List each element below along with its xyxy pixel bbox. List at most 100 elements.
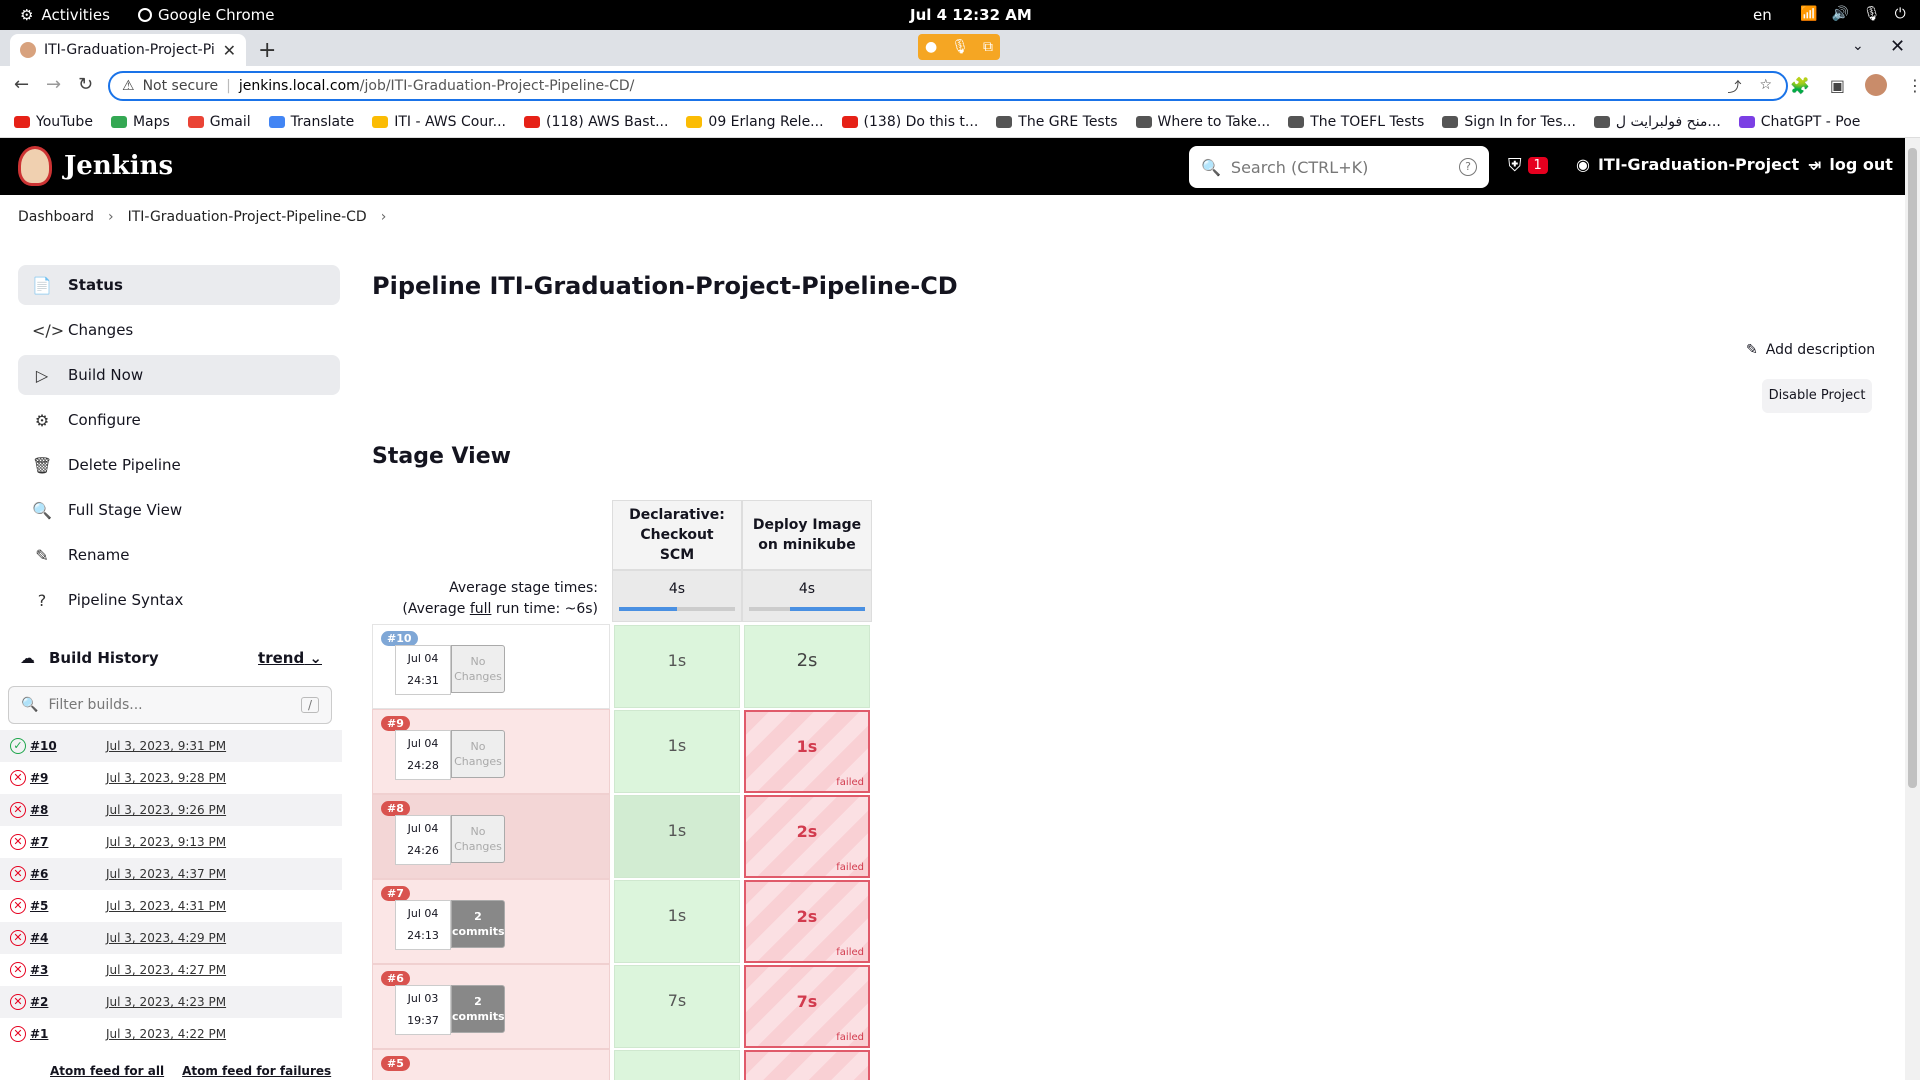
side-panel-icon[interactable]: ▣ bbox=[1830, 76, 1845, 95]
atom-feed-all-link[interactable]: Atom feed for all bbox=[50, 1064, 164, 1078]
stage-cell[interactable]: 1s bbox=[614, 795, 740, 878]
atom-feed-failures-link[interactable]: Atom feed for failures bbox=[182, 1064, 331, 1078]
build-date-link[interactable]: Jul 3, 2023, 9:26 PM bbox=[106, 803, 226, 817]
build-date-link[interactable]: Jul 3, 2023, 4:31 PM bbox=[106, 899, 226, 913]
run-number-badge[interactable]: #8 bbox=[381, 801, 410, 816]
run-number-badge[interactable]: #9 bbox=[381, 716, 410, 731]
run-changes-box[interactable]: 2 commits bbox=[451, 900, 505, 948]
browser-tab[interactable]: ITI-Graduation-Project-Pi ✕ bbox=[10, 34, 246, 66]
bookmark-item[interactable]: Maps bbox=[110, 114, 170, 130]
bookmark-item[interactable]: Translate bbox=[268, 114, 354, 130]
sidebar-item-configure[interactable]: ⚙ Configure bbox=[18, 400, 340, 440]
run-number-badge[interactable]: #6 bbox=[381, 971, 410, 986]
page-scrollbar[interactable] bbox=[1905, 138, 1920, 1080]
bookmark-item[interactable]: 09 Erlang Rele... bbox=[686, 114, 824, 130]
add-description-button[interactable]: ✎ Add description bbox=[1746, 342, 1875, 358]
build-date-link[interactable]: Jul 3, 2023, 9:28 PM bbox=[106, 771, 226, 785]
run-number-badge[interactable]: #10 bbox=[381, 631, 418, 646]
run-changes-box[interactable]: 2 commits bbox=[451, 985, 505, 1033]
bookmark-item[interactable]: Where to Take... bbox=[1135, 114, 1270, 130]
sidebar-item-status[interactable]: 📄 Status bbox=[18, 265, 340, 305]
scrollbar-thumb[interactable] bbox=[1908, 148, 1917, 788]
clock[interactable]: Jul 4 12:32 AM bbox=[910, 6, 1032, 24]
window-close-icon[interactable]: ✕ bbox=[1890, 36, 1905, 57]
close-tab-icon[interactable]: ✕ bbox=[223, 41, 236, 60]
build-number-link[interactable]: #8 bbox=[30, 803, 106, 817]
extensions-icon[interactable]: 🧩 bbox=[1790, 76, 1810, 95]
tab-search-chevron-icon[interactable]: ⌄ bbox=[1852, 38, 1864, 54]
stage-cell[interactable] bbox=[614, 1050, 740, 1080]
stage-cell[interactable]: 7s bbox=[614, 965, 740, 1048]
build-date-link[interactable]: Jul 3, 2023, 9:13 PM bbox=[106, 835, 226, 849]
bookmark-item[interactable]: ITI - AWS Cour... bbox=[372, 114, 506, 130]
language-indicator[interactable]: en bbox=[1753, 6, 1772, 24]
bookmark-item[interactable]: (138) Do this t... bbox=[841, 114, 978, 130]
share-icon[interactable]: ⤴ bbox=[1727, 77, 1741, 97]
stage-cell[interactable]: 1s bbox=[614, 625, 740, 708]
search-box[interactable]: 🔍 Search (CTRL+K) ? bbox=[1189, 146, 1489, 188]
stage-cell[interactable]: 1s bbox=[614, 710, 740, 793]
sidebar-item-build-now[interactable]: ▷ Build Now bbox=[18, 355, 340, 395]
disable-project-button[interactable]: Disable Project bbox=[1762, 379, 1872, 413]
stage-cell[interactable]: 1s bbox=[614, 880, 740, 963]
security-alerts[interactable]: ⛨ 1 bbox=[1508, 155, 1548, 176]
profile-avatar[interactable] bbox=[1865, 74, 1888, 96]
help-icon[interactable]: ? bbox=[1459, 158, 1477, 176]
bookmark-item[interactable]: YouTube bbox=[14, 114, 93, 130]
stage-cell[interactable]: 2s failed bbox=[744, 795, 870, 878]
stage-cell[interactable]: 1s failed bbox=[744, 710, 870, 793]
activities-button[interactable]: ⚙ Activities bbox=[20, 6, 110, 24]
chrome-menu-icon[interactable]: ⋮ bbox=[1907, 76, 1920, 95]
build-date-link[interactable]: Jul 3, 2023, 4:22 PM bbox=[106, 1027, 226, 1041]
build-number-link[interactable]: #1 bbox=[30, 1027, 106, 1041]
stage-cell[interactable] bbox=[744, 1050, 870, 1080]
breadcrumb-dashboard[interactable]: Dashboard bbox=[18, 209, 94, 225]
bookmark-item[interactable]: The GRE Tests bbox=[996, 114, 1118, 130]
bookmark-item[interactable]: The TOEFL Tests bbox=[1288, 114, 1424, 130]
logout-link[interactable]: ⇥ log out bbox=[1808, 155, 1893, 174]
sidebar-item-rename[interactable]: ✎ Rename bbox=[18, 535, 340, 575]
address-bar[interactable]: ⚠ Not secure | jenkins.local.com/job/ITI… bbox=[108, 71, 1788, 101]
jenkins-logo[interactable]: Jenkins bbox=[18, 146, 173, 186]
run-number-badge[interactable]: #5 bbox=[381, 1056, 410, 1071]
bookmark-item[interactable]: منح فولبرايت ل... bbox=[1593, 114, 1721, 130]
run-number-badge[interactable]: #7 bbox=[381, 886, 410, 901]
bookmark-item[interactable]: ChatGPT - Poe bbox=[1738, 114, 1860, 130]
build-number-link[interactable]: #10 bbox=[30, 739, 106, 753]
build-number-link[interactable]: #9 bbox=[30, 771, 106, 785]
sidebar-item-changes[interactable]: </> Changes bbox=[18, 310, 340, 350]
build-date-link[interactable]: Jul 3, 2023, 4:37 PM bbox=[106, 867, 226, 881]
bookmark-item[interactable]: (118) AWS Bast... bbox=[524, 114, 668, 130]
filter-builds-input[interactable]: 🔍 Filter builds... / bbox=[8, 686, 332, 724]
stage-cell[interactable]: 7s failed bbox=[744, 965, 870, 1048]
extension-indicators[interactable]: ● 🎙 ⧉ bbox=[918, 34, 1000, 60]
build-number-link[interactable]: #7 bbox=[30, 835, 106, 849]
stage-cell[interactable]: 2s failed bbox=[744, 880, 870, 963]
app-menu[interactable]: Google Chrome bbox=[138, 6, 275, 24]
build-date-link[interactable]: Jul 3, 2023, 9:31 PM bbox=[106, 739, 226, 753]
reload-icon[interactable]: ↻ bbox=[78, 74, 93, 95]
build-date-link[interactable]: Jul 3, 2023, 4:27 PM bbox=[106, 963, 226, 977]
stage-cell[interactable]: 2s bbox=[744, 625, 870, 708]
new-tab-button[interactable]: + bbox=[258, 38, 276, 63]
build-date-link[interactable]: Jul 3, 2023, 4:29 PM bbox=[106, 931, 226, 945]
chevron-right-icon[interactable]: › bbox=[381, 209, 387, 225]
breadcrumb-pipeline[interactable]: ITI-Graduation-Project-Pipeline-CD bbox=[128, 209, 367, 225]
bookmark-item[interactable]: Gmail bbox=[187, 114, 251, 130]
sidebar-item-delete-pipeline[interactable]: 🗑 Delete Pipeline bbox=[18, 445, 340, 485]
build-number-link[interactable]: #6 bbox=[30, 867, 106, 881]
build-date-link[interactable]: Jul 3, 2023, 4:23 PM bbox=[106, 995, 226, 1009]
sidebar-item-pipeline-syntax[interactable]: ? Pipeline Syntax bbox=[18, 580, 340, 620]
avg-full-link[interactable]: full bbox=[470, 601, 492, 617]
sidebar-item-full-stage-view[interactable]: 🔍 Full Stage View bbox=[18, 490, 340, 530]
forward-icon[interactable]: → bbox=[46, 74, 61, 95]
bookmark-item[interactable]: Sign In for Tes... bbox=[1442, 114, 1576, 130]
system-tray[interactable]: 📶 🔊 🎙 ⏻ bbox=[1800, 6, 1906, 22]
trend-button[interactable]: trend ⌄ bbox=[258, 649, 322, 667]
build-number-link[interactable]: #5 bbox=[30, 899, 106, 913]
back-icon[interactable]: ← bbox=[14, 74, 29, 95]
bookmark-star-icon[interactable]: ☆ bbox=[1759, 77, 1772, 97]
user-menu[interactable]: ◉ ITI-Graduation-Project ⌄ bbox=[1576, 155, 1821, 174]
build-number-link[interactable]: #4 bbox=[30, 931, 106, 945]
build-number-link[interactable]: #3 bbox=[30, 963, 106, 977]
